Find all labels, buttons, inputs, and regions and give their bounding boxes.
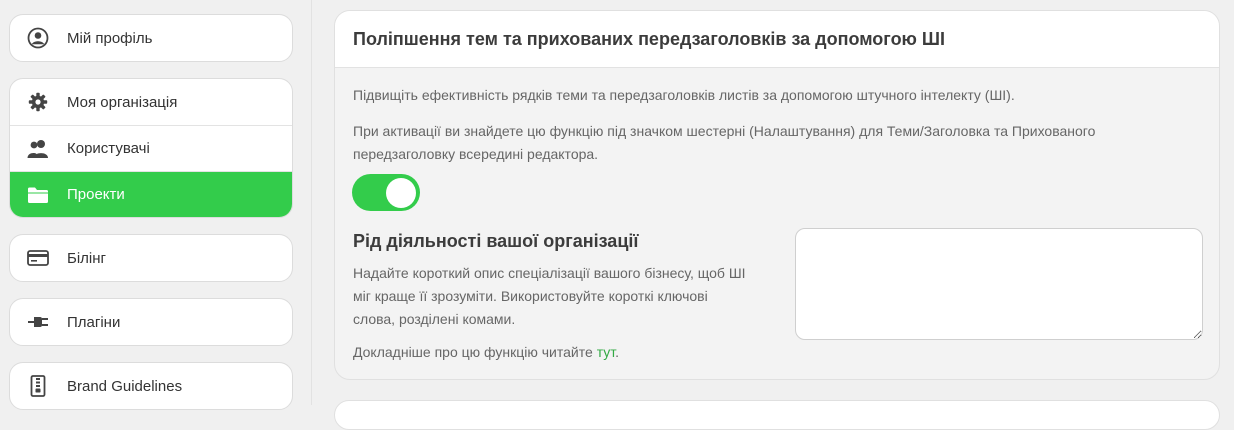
gear-icon [26, 90, 50, 114]
sidebar-item-label: Моя організація [67, 93, 178, 111]
more-info-suffix: . [615, 344, 620, 360]
sidebar-item-label: Білінг [67, 249, 107, 267]
sidebar-item-profile[interactable]: Мій профіль [10, 15, 292, 61]
nav-group-profile: Мій профіль [9, 14, 293, 62]
sidebar-item-users[interactable]: Користувачі [10, 125, 292, 171]
more-info-text: Докладніше про цю функцію читайте тут. [353, 344, 619, 360]
sidebar-item-label: Проекти [67, 186, 125, 203]
sidebar-item-plugins[interactable]: Плагіни [10, 299, 292, 345]
plug-icon [26, 310, 50, 334]
business-type-textarea[interactable] [795, 228, 1203, 340]
zipper-file-icon [26, 374, 50, 398]
ai-feature-toggle[interactable] [352, 174, 420, 211]
sidebar-item-brand-guidelines[interactable]: Brand Guidelines [10, 363, 292, 409]
sidebar-item-label: Мій профіль [67, 29, 153, 47]
sidebar-item-label: Користувачі [67, 140, 150, 157]
more-info-prefix: Докладніше про цю функцію читайте [353, 344, 597, 360]
activation-note: При активації ви знайдете цю функцію під… [353, 123, 1096, 162]
sidebar-item-label: Плагіни [67, 313, 121, 331]
sidebar: Мій профіль Моя організація Користувачі … [0, 0, 312, 410]
nav-group-organization: Моя організація Користувачі Проекти [9, 78, 293, 218]
folder-icon [26, 183, 50, 207]
business-type-title: Рід діяльності вашої організації [353, 231, 639, 251]
card-title: Поліпшення тем та прихованих передзаголо… [353, 28, 946, 49]
nav-group-billing: Білінг [9, 234, 293, 282]
nav-group-plugins: Плагіни [9, 298, 293, 346]
credit-card-icon [26, 246, 50, 270]
ai-subject-card: Поліпшення тем та прихованих передзаголо… [334, 10, 1220, 380]
user-circle-icon [26, 26, 50, 50]
sidebar-item-label: Brand Guidelines [67, 377, 183, 395]
sidebar-item-billing[interactable]: Білінг [10, 235, 292, 281]
users-icon [26, 137, 50, 161]
more-info-link[interactable]: тут [597, 344, 615, 360]
business-type-description: Надайте короткий опис спеціалізації вашо… [353, 265, 746, 327]
toggle-knob [386, 177, 416, 208]
sidebar-item-organization[interactable]: Моя організація [10, 79, 292, 125]
main-content: Поліпшення тем та прихованих передзаголо… [312, 0, 1234, 430]
nav-group-brand: Brand Guidelines [9, 362, 293, 410]
card-header: Поліпшення тем та прихованих передзаголо… [335, 11, 1219, 68]
card-description: Підвищіть ефективність рядків теми та пе… [353, 87, 1015, 103]
sidebar-item-projects[interactable]: Проекти [10, 171, 292, 217]
